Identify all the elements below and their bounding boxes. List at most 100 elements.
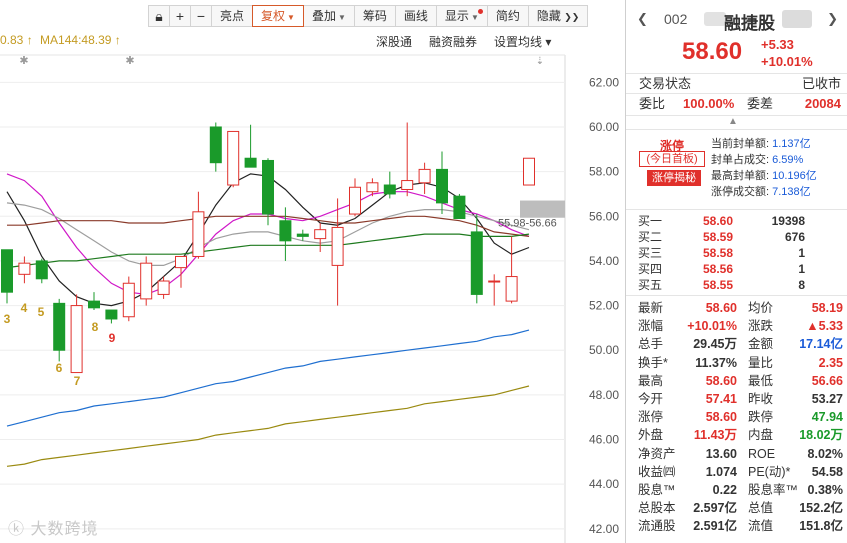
more-chevron-icon: ❯❯ [564, 12, 580, 22]
collapse-up-icon[interactable]: ▲ [728, 116, 738, 127]
candle-body [401, 180, 414, 190]
limit-line: 涨停成交额: 7.138亿 [711, 183, 811, 199]
ma-line [6, 233, 530, 269]
highlights-button[interactable]: 亮点 [211, 5, 254, 27]
candle-body [35, 260, 48, 280]
day-count-label: 8 [92, 320, 99, 334]
stat-label: PE(动)* [748, 464, 791, 479]
bid-volume: 676 [784, 230, 805, 244]
stat-label: 均价 [748, 301, 774, 315]
bid-price: 58.56 [703, 262, 734, 276]
price-change: +5.33 [761, 37, 794, 52]
stat-row: 流通股 2.591亿 流值 151.8亿 [626, 517, 847, 535]
candle-body [105, 309, 118, 320]
ma-left-value: 0.83 ↑ [0, 33, 33, 47]
collapse-toggle[interactable]: ▲ [626, 116, 847, 130]
candle-body [244, 157, 257, 168]
hide-button[interactable]: 隐藏 ❯❯ [527, 5, 589, 27]
limit-up-secret-button[interactable]: 涨停揭秘 [647, 170, 701, 186]
stat-row: 最高 58.60 最低 56.66 [626, 372, 847, 390]
chart-toolbar: 🔒︎ + − 亮点 复权 ▼ 叠加 ▼ 筹码 画线 显示 ▼ 简约 隐藏 ❯❯ [148, 5, 589, 27]
candle-body [488, 280, 501, 283]
stat-label: 昨收 [748, 391, 774, 406]
stat-row: 外盘 11.43万 内盘 18.02万 [626, 426, 847, 444]
candle-body [505, 276, 518, 302]
stat-value: 18.02万 [799, 428, 843, 443]
overlay-dropdown[interactable]: 叠加 ▼ [302, 5, 355, 27]
bid-volume: 8 [798, 278, 805, 292]
candle-body [209, 126, 222, 164]
stat-label: 换手* [638, 355, 668, 370]
lock-icon[interactable]: 🔒︎ [148, 5, 170, 27]
stat-value: 1.074 [705, 464, 737, 479]
stat-value: 29.45万 [693, 337, 737, 352]
stat-value: 57.41 [705, 391, 737, 406]
ma-settings-dropdown[interactable]: 设置均线 ▾ [494, 33, 551, 50]
bid-label: 买三 [638, 246, 663, 260]
price-range-label: 55.98-56.66 [498, 217, 557, 229]
y-tick-label: 44.00 [589, 477, 619, 491]
stat-label: 涨跌 [748, 319, 774, 334]
stat-label: 股息率™ [748, 482, 799, 497]
bid-row: 买四 58.56 1 [626, 261, 847, 277]
stat-value: 58.60 [705, 373, 737, 388]
trade-status-row: 交易状态 已收市 [626, 74, 847, 94]
zoom-in-button[interactable]: + [169, 5, 191, 27]
kline-chart-panel[interactable]: 62.00 60.00 58.00 56.00 54.00 52.00 50.00 48.00… [0, 0, 625, 543]
candle-body [175, 255, 187, 269]
watermark-logo: ⓚ 大数跨境 [8, 521, 99, 538]
stat-value: 8.02% [807, 446, 843, 461]
stat-value: 54.58 [811, 464, 843, 479]
stat-label: 金额 [748, 337, 774, 352]
y-tick-label: 56.00 [589, 209, 619, 223]
adjust-label: 复权 [261, 9, 286, 23]
stat-value: 58.60 [705, 301, 737, 315]
stat-row: 今开 57.41 昨收 53.27 [626, 390, 847, 408]
chips-button[interactable]: 筹码 [353, 5, 396, 27]
limit-line: 当前封单额: 1.137亿 [711, 135, 811, 151]
display-dropdown[interactable]: 显示 ▼ [435, 5, 488, 27]
stat-label: 总股本 [638, 501, 676, 516]
stat-label: 总手 [638, 337, 664, 352]
limit-line: 最高封单额: 10.196亿 [711, 167, 817, 183]
order-ratio-value: 100.00% [683, 96, 735, 111]
scroll-arrow-icon[interactable]: ⇣ [536, 56, 544, 67]
prev-stock-icon[interactable]: ❮ [637, 11, 648, 27]
candle-body [383, 184, 396, 195]
draw-button[interactable]: 画线 [394, 5, 437, 27]
candle-body [331, 226, 344, 266]
stat-value: 2.597亿 [693, 501, 737, 516]
bid-row: 买一 58.60 19398 [626, 213, 847, 229]
bid-row: 买二 58.59 676 [626, 229, 847, 245]
zoom-out-button[interactable]: − [190, 5, 212, 27]
stat-value: 2.591亿 [693, 519, 737, 534]
adjust-dropdown[interactable]: 复权 ▼ [252, 5, 304, 27]
candle-body [70, 305, 83, 374]
stat-label: 流值 [748, 519, 774, 534]
bid-row: 买三 58.58 1 [626, 245, 847, 261]
stat-row: 换手* 11.37% 量比 2.35 [626, 354, 847, 372]
stat-value: 56.66 [811, 373, 843, 388]
day-count-label: 6 [56, 361, 63, 375]
next-stock-icon[interactable]: ❯ [827, 11, 838, 27]
margin-trading-link[interactable]: 融资融券 [429, 33, 477, 50]
day-count-label: 4 [21, 301, 28, 315]
bid-label: 买四 [638, 262, 663, 276]
stat-label: 涨幅 [638, 319, 664, 334]
stat-label: 最新 [638, 301, 664, 315]
stat-label: 量比 [748, 355, 774, 370]
blurred-name [782, 10, 812, 28]
stat-label: ROE [748, 446, 776, 461]
y-tick-label: 54.00 [589, 254, 619, 268]
candle-body [53, 302, 66, 351]
stat-label: 总值 [748, 501, 774, 516]
stock-code: 002 [664, 11, 688, 27]
candlestick-chart[interactable]: 62.00 60.00 58.00 56.00 54.00 52.00 50.00 48.00… [0, 0, 625, 543]
simple-mode-button[interactable]: 简约 [486, 5, 529, 27]
stat-value: 11.37% [695, 355, 737, 370]
hk-connect-link[interactable]: 深股通 [376, 33, 412, 50]
stat-value: 58.19 [811, 301, 843, 315]
y-tick-label: 62.00 [589, 75, 619, 89]
chevron-down-icon: ▼ [470, 13, 479, 22]
limit-line-value: 7.138亿 [772, 186, 811, 198]
